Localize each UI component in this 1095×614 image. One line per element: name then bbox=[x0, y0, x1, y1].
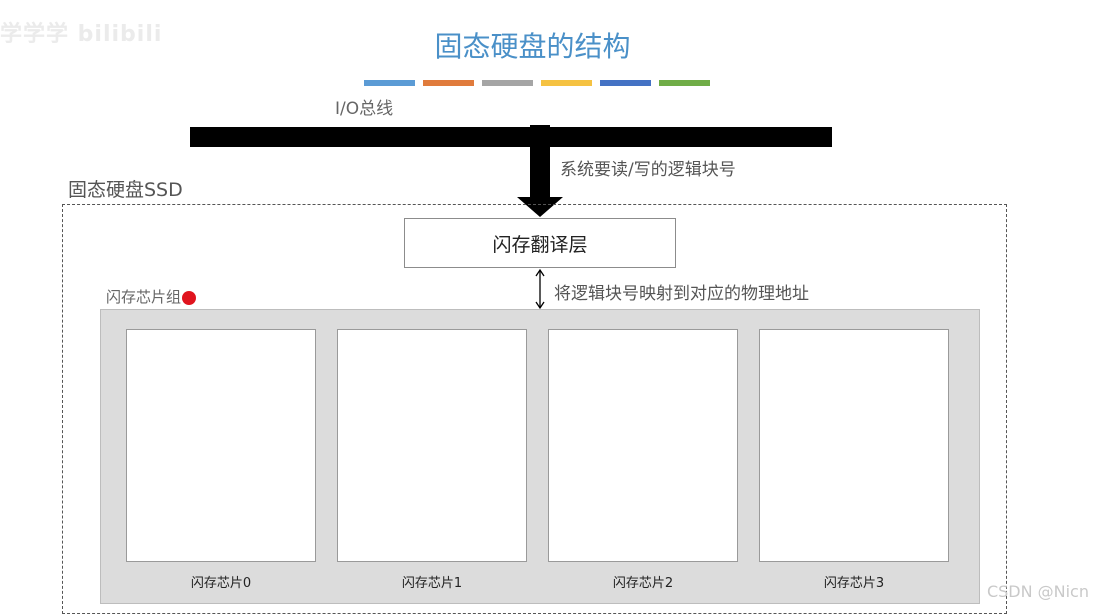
flash-translation-layer-label: 闪存翻译层 bbox=[492, 233, 588, 256]
color-bar-2 bbox=[423, 80, 474, 86]
io-bus-bar bbox=[190, 127, 832, 147]
color-bar-row bbox=[364, 80, 710, 86]
color-bar-3 bbox=[482, 80, 533, 86]
double-arrow-icon bbox=[535, 268, 545, 310]
csdn-watermark: CSDN @Nicn bbox=[986, 582, 1089, 601]
cursor-dot-icon bbox=[182, 291, 196, 305]
flash-chip-0 bbox=[126, 329, 316, 562]
flash-chip-3 bbox=[759, 329, 949, 562]
flash-chip-0-label: 闪存芯片0 bbox=[190, 576, 252, 591]
flash-chip-2-label: 闪存芯片2 bbox=[612, 576, 674, 591]
color-bar-4 bbox=[541, 80, 592, 86]
ssd-label: 固态硬盘SSD bbox=[68, 179, 183, 201]
logical-block-request-label: 系统要读/写的逻辑块号 bbox=[560, 160, 736, 180]
flash-chip-2 bbox=[548, 329, 738, 562]
chip-group-label: 闪存芯片组 bbox=[106, 288, 182, 306]
color-bar-6 bbox=[659, 80, 710, 86]
io-bus-label: I/O总线 bbox=[335, 99, 394, 119]
color-bar-1 bbox=[364, 80, 415, 86]
flash-chip-1-label: 闪存芯片1 bbox=[401, 576, 463, 591]
flash-translation-layer-box: 闪存翻译层 bbox=[404, 218, 676, 268]
color-bar-5 bbox=[600, 80, 651, 86]
flash-chip-1 bbox=[337, 329, 527, 562]
slide-title: 固态硬盘的结构 bbox=[434, 30, 631, 63]
mapping-label: 将逻辑块号映射到对应的物理地址 bbox=[554, 284, 809, 304]
flash-chip-3-label: 闪存芯片3 bbox=[823, 576, 885, 591]
